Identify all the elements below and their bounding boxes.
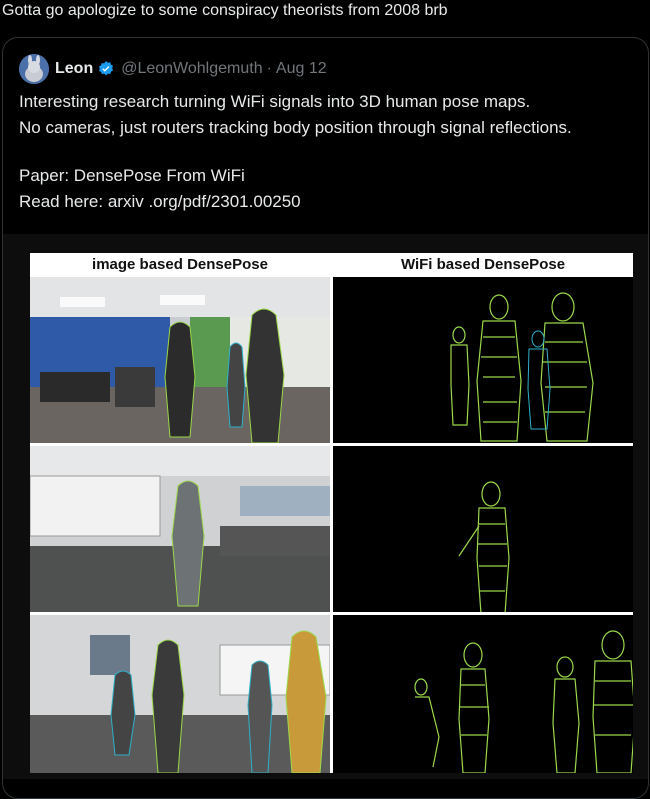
photo-lab-scene <box>30 615 330 773</box>
left-column-header: image based DensePose <box>92 256 268 273</box>
photo-office-scene <box>30 277 330 443</box>
quoted-text-line: Interesting research turning WiFi signal… <box>19 92 531 111</box>
separator: · <box>266 60 272 77</box>
media-image[interactable]: image based DensePose WiFi based DensePo… <box>3 234 648 779</box>
quoted-text-line: Read here: arxiv .org/pdf/2301.00250 <box>19 192 301 211</box>
photo-classroom-scene <box>30 446 330 612</box>
right-column-header: WiFi based DensePose <box>400 256 566 273</box>
author-name[interactable]: Leon <box>55 60 93 78</box>
quoted-tweet-header: Leon @LeonWohlgemuth · Aug 12 <box>19 54 327 84</box>
post-date[interactable]: Aug 12 <box>276 60 327 78</box>
wifi-pose-frame <box>333 615 633 773</box>
avatar[interactable] <box>19 54 49 84</box>
wifi-pose-frame <box>333 277 633 443</box>
verified-badge-icon <box>99 61 114 76</box>
quoted-text-line: No cameras, just routers tracking body p… <box>19 118 572 137</box>
quoted-text-line: Paper: DensePose From WiFi <box>19 166 245 185</box>
author-handle[interactable]: @LeonWohlgemuth <box>121 60 262 78</box>
quoted-tweet[interactable]: Leon @LeonWohlgemuth · Aug 12 Interestin… <box>2 37 649 799</box>
wifi-pose-frame <box>333 446 633 612</box>
densepose-figure: image based DensePose WiFi based DensePo… <box>30 253 633 773</box>
post-text: Gotta go apologize to some conspiracy th… <box>2 2 448 19</box>
